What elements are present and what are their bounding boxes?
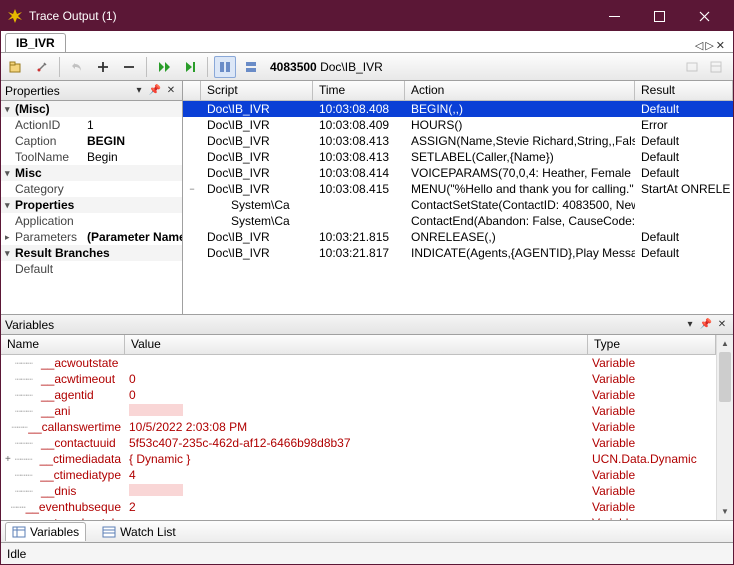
property-row[interactable]: Category [1, 181, 182, 197]
property-row[interactable]: ToolNameBegin [1, 149, 182, 165]
tool-open-icon[interactable] [5, 56, 27, 78]
col-var-value[interactable]: Value [125, 335, 588, 354]
toolbar: 4083500 Doc\IB_IVR [1, 53, 733, 81]
window-title: Trace Output (1) [29, 9, 592, 23]
tool-view2-icon[interactable] [240, 56, 262, 78]
scroll-up-button[interactable]: ▲ [717, 335, 733, 352]
property-row[interactable]: ActionID1 [1, 117, 182, 133]
property-category[interactable]: ▾Properties [1, 197, 182, 213]
col-time[interactable]: Time [313, 81, 405, 100]
script-row[interactable]: System\CaContactEnd(Abandon: False, Caus… [183, 213, 733, 229]
pane-pin-button[interactable]: 📌 [699, 318, 713, 332]
variable-row[interactable]: ┈┈┈__acwoutstateVariable [1, 355, 716, 371]
tool-step-icon[interactable] [179, 56, 201, 78]
script-grid[interactable]: Doc\IB_IVR10:03:08.408BEGIN(,,)DefaultDo… [183, 101, 733, 314]
scroll-down-button[interactable]: ▼ [717, 503, 733, 520]
tool-add-icon[interactable] [92, 56, 114, 78]
variable-row[interactable]: ┈┈┈__dnisVariable [1, 483, 716, 499]
property-category[interactable]: ▾Misc [1, 165, 182, 181]
property-row[interactable]: ▸Parameters(Parameter Name [1, 229, 182, 245]
pane-dropdown-button[interactable]: ▾ [132, 84, 146, 98]
variable-row[interactable]: ┈┈┈__ctimediatype4Variable [1, 467, 716, 483]
variables-pane-header: Variables ▾ 📌 ✕ [1, 315, 733, 335]
variable-row[interactable]: ┈┈┈__eventhubseque2Variable [1, 499, 716, 515]
variable-row[interactable]: ┈┈┈__callanswertime10/5/2022 2:03:08 PMV… [1, 419, 716, 435]
script-row[interactable]: Doc\IB_IVR10:03:08.413SETLABEL(Caller,{N… [183, 149, 733, 165]
script-row[interactable]: Doc\IB_IVR10:03:08.413ASSIGN(Name,Stevie… [183, 133, 733, 149]
col-var-type[interactable]: Type [588, 335, 716, 354]
property-category[interactable]: ▾Result Branches [1, 245, 182, 261]
tool-settings-icon[interactable] [31, 56, 53, 78]
property-row[interactable]: Default [1, 261, 182, 277]
pane-close-button[interactable]: ✕ [164, 84, 178, 98]
script-row[interactable]: Doc\IB_IVR10:03:08.414VOICEPARAMS(70,0,4… [183, 165, 733, 181]
variable-row[interactable]: ┈┈┈__externalroutelaVariable [1, 515, 716, 520]
script-grid-header: Script Time Action Result [183, 81, 733, 101]
maximize-button[interactable] [637, 1, 682, 31]
variable-row[interactable]: ┈┈┈__acwtimeout0Variable [1, 371, 716, 387]
tab-next-button[interactable]: ▷ [705, 39, 713, 52]
variables-tab-footer: Variables Watch List [1, 520, 733, 542]
pane-pin-button[interactable]: 📌 [148, 84, 162, 98]
pane-dropdown-button[interactable]: ▾ [683, 318, 697, 332]
variables-grid[interactable]: ┈┈┈__acwoutstateVariable┈┈┈__acwtimeout0… [1, 355, 716, 520]
script-row[interactable]: Doc\IB_IVR10:03:21.815ONRELEASE(,)Defaul… [183, 229, 733, 245]
tab-prev-button[interactable]: ◁ [695, 39, 703, 52]
script-row[interactable]: Doc\IB_IVR10:03:21.817INDICATE(Agents,{A… [183, 245, 733, 261]
tool-right1-icon[interactable] [681, 56, 703, 78]
script-row[interactable]: System\CaContactSetState(ContactID: 4083… [183, 197, 733, 213]
property-row[interactable]: CaptionBEGIN [1, 133, 182, 149]
variable-row[interactable]: +┈┈┈__ctimediadata{ Dynamic }UCN.Data.Dy… [1, 451, 716, 467]
pane-close-button[interactable]: ✕ [715, 318, 729, 332]
tab-variables[interactable]: Variables [5, 522, 86, 541]
document-tab-strip: IB_IVR ◁ ▷ ✕ [1, 31, 733, 53]
property-category[interactable]: ▾(Misc) [1, 101, 182, 117]
property-row[interactable]: Application [1, 213, 182, 229]
minimize-button[interactable] [592, 1, 637, 31]
col-result[interactable]: Result [635, 81, 733, 100]
close-button[interactable] [682, 1, 727, 31]
script-row[interactable]: Doc\IB_IVR10:03:08.409HOURS()Error [183, 117, 733, 133]
variables-grid-header: Name Value Type [1, 335, 716, 355]
tool-run-icon[interactable] [153, 56, 175, 78]
title-bar: Trace Output (1) [1, 1, 733, 31]
app-icon [7, 8, 23, 24]
variable-row[interactable]: ┈┈┈__contactuuid5f53c407-235c-462d-af12-… [1, 435, 716, 451]
status-text: Idle [7, 547, 26, 561]
properties-pane-header: Properties ▾ 📌 ✕ [1, 81, 182, 101]
tool-right2-icon[interactable] [705, 56, 727, 78]
col-script[interactable]: Script [201, 81, 313, 100]
scroll-thumb[interactable] [719, 352, 731, 402]
properties-grid[interactable]: ▾(Misc)ActionID1CaptionBEGINToolNameBegi… [1, 101, 182, 314]
tool-undo-icon[interactable] [66, 56, 88, 78]
col-action[interactable]: Action [405, 81, 635, 100]
variable-row[interactable]: ┈┈┈__aniVariable [1, 403, 716, 419]
variables-scrollbar[interactable]: ▲ ▼ [716, 335, 733, 520]
tab-watch-list[interactable]: Watch List [96, 523, 182, 541]
tool-view1-icon[interactable] [214, 56, 236, 78]
toolbar-doc-label: 4083500 Doc\IB_IVR [270, 60, 383, 74]
tab-close-button[interactable]: ✕ [716, 39, 725, 52]
tool-remove-icon[interactable] [118, 56, 140, 78]
variable-row[interactable]: ┈┈┈__agentid0Variable [1, 387, 716, 403]
script-row[interactable]: −Doc\IB_IVR10:03:08.415MENU("%Hello and … [183, 181, 733, 197]
status-bar: Idle [1, 542, 733, 564]
script-row[interactable]: Doc\IB_IVR10:03:08.408BEGIN(,,)Default [183, 101, 733, 117]
col-var-name[interactable]: Name [1, 335, 125, 354]
tab-ib-ivr[interactable]: IB_IVR [5, 33, 66, 52]
